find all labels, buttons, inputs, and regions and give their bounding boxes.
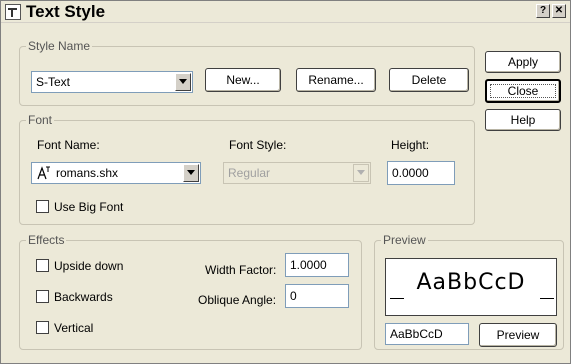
use-big-font-checkbox[interactable]	[36, 200, 49, 213]
help-title-button[interactable]: ?	[536, 4, 550, 18]
width-factor-field[interactable]: 1.0000	[285, 253, 349, 277]
font-name-value: romans.shx	[56, 166, 119, 180]
rename-style-button[interactable]: Rename...	[296, 68, 376, 92]
effects-group-label: Effects	[26, 233, 67, 247]
font-group-label: Font	[26, 113, 55, 127]
dialog-title: Text Style	[26, 2, 106, 21]
chevron-down-icon[interactable]	[175, 73, 191, 91]
text-style-dialog: Text Style ? ✕ Style Name S-Text New... …	[0, 0, 571, 364]
upside-down-label: Upside down	[54, 259, 124, 273]
title-bar: Text Style ? ✕	[1, 1, 570, 23]
preview-text-value: AaBbCcD	[390, 327, 443, 341]
font-style-value: Regular	[228, 166, 271, 180]
preview-baseline-right	[540, 298, 554, 299]
vertical-label: Vertical	[54, 321, 94, 335]
oblique-angle-label: Oblique Angle:	[198, 293, 277, 307]
preview-text-field[interactable]: AaBbCcD	[385, 323, 469, 345]
font-style-combo: Regular	[223, 162, 371, 184]
style-name-combo[interactable]: S-Text	[31, 71, 193, 93]
help-button[interactable]: Help	[485, 109, 561, 131]
chevron-down-icon[interactable]	[183, 164, 199, 182]
close-title-button[interactable]: ✕	[552, 4, 566, 18]
vertical-checkbox[interactable]	[36, 321, 49, 334]
oblique-angle-field[interactable]: 0	[285, 284, 349, 308]
close-button[interactable]: Close	[485, 79, 561, 103]
font-name-label: Font Name:	[37, 138, 100, 152]
cad-font-icon	[37, 166, 50, 180]
backwards-checkbox[interactable]	[36, 290, 49, 303]
preview-button[interactable]: Preview	[479, 323, 557, 347]
font-name-combo[interactable]: romans.shx	[31, 162, 201, 184]
oblique-angle-value: 0	[290, 289, 297, 303]
use-big-font-label: Use Big Font	[54, 200, 124, 214]
font-style-label: Font Style:	[229, 138, 287, 152]
height-value: 0.0000	[392, 166, 429, 180]
style-name-value: S-Text	[36, 75, 71, 89]
width-factor-label: Width Factor:	[205, 263, 277, 277]
new-style-button[interactable]: New...	[205, 68, 281, 92]
style-name-group-label: Style Name	[26, 39, 93, 53]
preview-group-label: Preview	[381, 233, 428, 247]
upside-down-checkbox[interactable]	[36, 259, 49, 272]
preview-baseline-left	[390, 298, 404, 299]
delete-style-button[interactable]: Delete	[389, 68, 469, 92]
width-factor-value: 1.0000	[290, 258, 327, 272]
backwards-label: Backwards	[54, 290, 113, 304]
preview-sample-display: AaBbCcD	[416, 270, 526, 295]
apply-button[interactable]: Apply	[485, 51, 561, 73]
height-label: Height:	[391, 138, 430, 152]
height-field[interactable]: 0.0000	[387, 161, 455, 185]
text-style-icon	[5, 4, 21, 20]
chevron-down-icon	[353, 164, 369, 182]
preview-box: AaBbCcD	[385, 258, 557, 316]
